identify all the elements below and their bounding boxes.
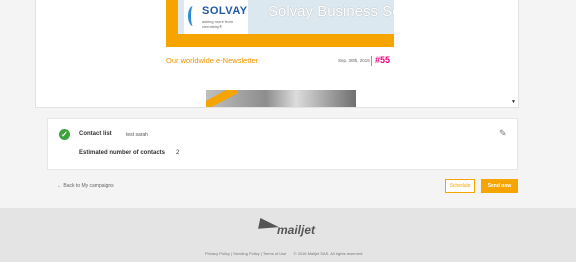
solvay-logo-text: SOLVAY [202,5,248,17]
email-banner: SOLVAY asking more from chemistry® Solva… [166,0,394,47]
mailjet-brand: mailjet [277,223,316,237]
solvay-logo: SOLVAY asking more from chemistry® [184,0,248,34]
newsletter-title: Our worldwide e-Newsletter [166,56,259,65]
newsletter-number: #55 [375,55,391,65]
email-preview: SOLVAY asking more from chemistry® Solva… [166,0,394,107]
footer: mailjet Privacy Policy | Sending Policy … [0,208,576,262]
email-banner-image: SOLVAY asking more from chemistry® Solva… [178,0,394,34]
mailjet-logo: mailjet [258,218,319,239]
campaign-preview-card: SOLVAY asking more from chemistry® Solva… [35,0,519,108]
privacy-policy-link[interactable]: Privacy Policy [205,251,230,256]
contact-list-card: ✓ Contact list test sarah ✎ Estimated nu… [47,118,518,170]
scroll-down-arrow-icon[interactable]: ▼ [511,99,516,105]
check-icon: ✓ [59,129,70,140]
pencil-icon[interactable]: ✎ [499,128,507,139]
newsletter-separator [371,56,372,66]
newsletter-date: Sep. 30th, 2015 [338,58,370,63]
contact-list-label: Contact list [79,131,112,137]
footer-copyright: © 2016 Mailjet SAS. All rights reserved [293,251,363,256]
email-photo [206,90,356,107]
footer-links: Privacy Policy | Sending Policy | Terms … [205,251,363,256]
solvay-logo-mark [188,6,198,26]
sending-policy-link[interactable]: Sending Policy [233,251,259,256]
estimated-contacts-value: 2 [176,150,180,156]
email-banner-title: Solvay Business Services [268,3,394,20]
contact-list-value: test sarah [126,131,148,138]
photo-ribbon [206,90,238,107]
estimated-contacts-label: Estimated number of contacts [79,150,166,156]
schedule-button[interactable]: Schedule [445,179,475,193]
newsletter-header: Our worldwide e-Newsletter Sep. 30th, 20… [166,55,394,68]
terms-of-use-link[interactable]: Terms of Use [263,251,287,256]
send-now-button[interactable]: Send now [481,179,518,193]
back-to-campaigns-link[interactable]: ← Back to My campaigns [57,183,114,189]
solvay-logo-tagline: asking more from chemistry® [202,19,233,29]
